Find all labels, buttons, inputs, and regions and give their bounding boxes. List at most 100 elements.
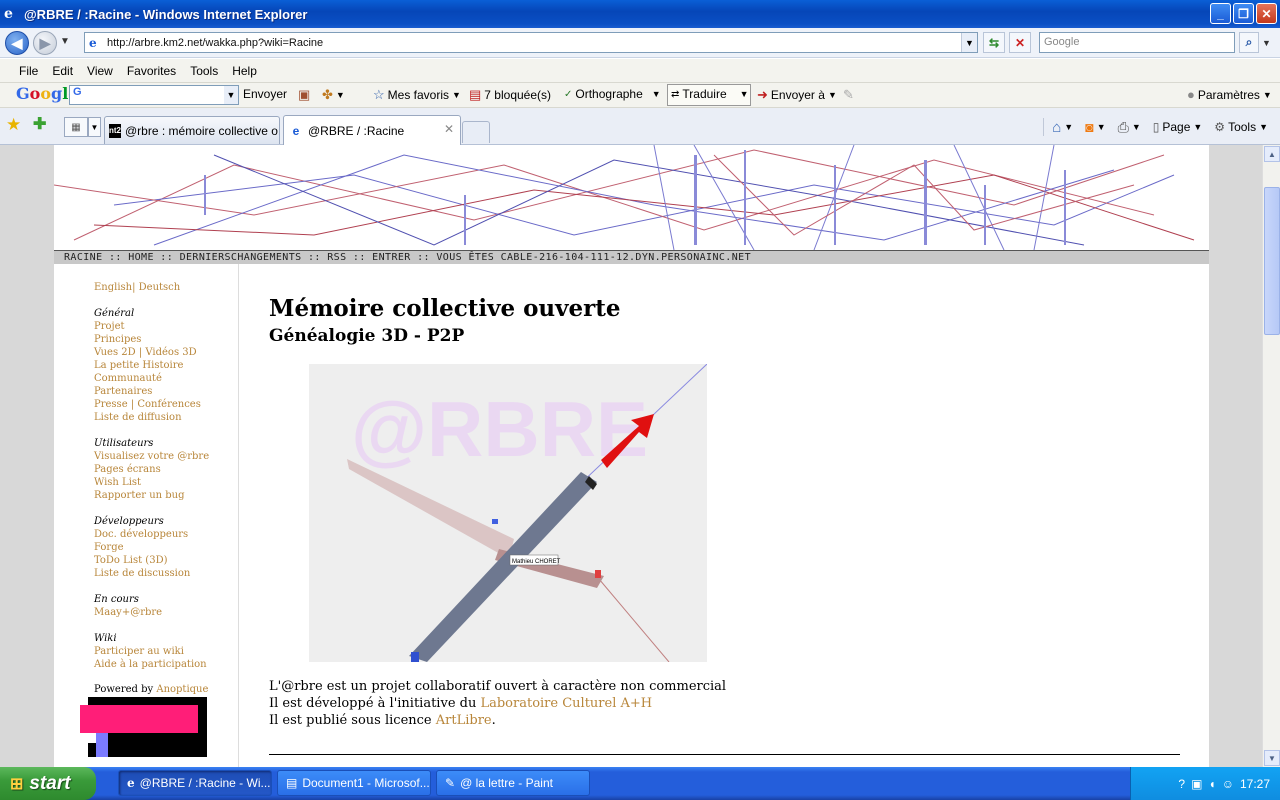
popup-blocked-button[interactable]: ▤ 7 bloquée(s) <box>469 87 551 103</box>
menu-view[interactable]: View <box>80 64 120 78</box>
google-select-value: G <box>73 86 82 98</box>
sidebar-item-pages-ecrans[interactable]: Pages écrans <box>94 463 209 476</box>
language-links[interactable]: English| Deutsch <box>94 282 180 293</box>
scroll-up-icon[interactable]: ▲ <box>1264 146 1280 162</box>
url-dropdown-icon[interactable]: ▼ <box>961 33 977 52</box>
page-menu-button[interactable]: ▯ Page ▼ <box>1149 120 1207 134</box>
menu-favorites[interactable]: Favorites <box>120 64 183 78</box>
menu-file[interactable]: File <box>12 64 45 78</box>
sidebar-item-vues[interactable]: Vues 2D | Vidéos 3D <box>94 346 201 359</box>
google-send-button[interactable]: Envoyer <box>243 87 287 101</box>
menu-tools[interactable]: Tools <box>183 64 225 78</box>
stop-button[interactable]: ✕ <box>1009 32 1031 53</box>
scroll-thumb[interactable] <box>1264 187 1280 335</box>
sidebar-item-todo[interactable]: ToDo List (3D) <box>94 554 190 567</box>
sidebar-item-histoire[interactable]: La petite Histoire <box>94 359 201 372</box>
sidebar-item-projet[interactable]: Projet <box>94 320 201 333</box>
volume-icon[interactable]: ◖ <box>1208 777 1215 791</box>
history-dropdown-icon[interactable]: ▼ <box>60 36 70 47</box>
scroll-down-icon[interactable]: ▼ <box>1264 750 1280 766</box>
ie-icon: e <box>127 776 135 790</box>
tab-list-button[interactable]: ▼ <box>88 117 101 137</box>
artlibre-link[interactable]: ArtLibre <box>436 713 492 728</box>
3d-tree-scene[interactable]: @RBRE Mathieu CHORET <box>309 364 707 662</box>
web-page: RACINE :: HOME :: DERNIERSCHANGEMENTS ::… <box>54 145 1209 767</box>
task-ie[interactable]: e @RBRE / :Racine - Wi... <box>118 770 272 796</box>
vertical-scrollbar[interactable]: ▲ ▼ <box>1262 145 1280 767</box>
favorites-button[interactable]: ☆ Mes favoris ▼ <box>373 87 461 103</box>
site-nav-line[interactable]: RACINE :: HOME :: DERNIERSCHANGEMENTS ::… <box>54 250 1209 264</box>
new-tab-button[interactable] <box>462 121 490 143</box>
menu-edit[interactable]: Edit <box>45 64 80 78</box>
network-icon[interactable]: ▣ <box>1191 777 1202 791</box>
sidebar-item-bug[interactable]: Rapporter un bug <box>94 489 209 502</box>
sidebar-item-participer[interactable]: Participer au wiki <box>94 645 207 658</box>
clock[interactable]: 17:27 <box>1240 777 1270 791</box>
forward-arrow-icon: ▶ <box>39 34 51 51</box>
settings-button[interactable]: ● Paramètres ▼ <box>1187 87 1272 102</box>
sidebar-item-aide[interactable]: Aide à la participation <box>94 658 207 671</box>
anoptique-link[interactable]: Anoptique <box>156 684 208 695</box>
popup-blocker-icon: ▤ <box>469 87 482 102</box>
menu-help[interactable]: Help <box>225 64 264 78</box>
sidebar-item-partenaires[interactable]: Partenaires <box>94 385 201 398</box>
tab-arbre-memoire[interactable]: nt2 @rbre : mémoire collective o... <box>104 116 280 144</box>
add-favorite-icon[interactable]: ✚ <box>33 114 46 134</box>
tab-racine[interactable]: e @RBRE / :Racine ✕ <box>283 115 461 145</box>
chevron-down-icon: ▼ <box>452 90 461 100</box>
logo-block <box>80 705 198 733</box>
print-button[interactable]: ⎙ ▼ <box>1114 119 1145 136</box>
address-bar: ◀ ▶ ▼ e http://arbre.km2.net/wakka.php?w… <box>0 28 1280 58</box>
close-button[interactable]: ✕ <box>1256 3 1277 24</box>
tab-label: @rbre : mémoire collective o... <box>125 123 280 138</box>
spellcheck-button[interactable]: ✓ Orthographe ▼ <box>564 87 661 101</box>
send-to-button[interactable]: ➜ Envoyer à ▼ <box>757 87 837 103</box>
pen-button[interactable]: ✎ <box>843 87 854 103</box>
page-label: Page <box>1162 120 1191 134</box>
sidebar-item-principes[interactable]: Principes <box>94 333 201 346</box>
sidebar-item-wish-list[interactable]: Wish List <box>94 476 209 489</box>
close-tab-icon[interactable]: ✕ <box>444 122 454 136</box>
back-button[interactable]: ◀ <box>5 31 29 55</box>
quick-tabs-button[interactable]: ▦ <box>64 117 88 137</box>
task-paint[interactable]: ✎ @ la lettre - Paint <box>436 770 590 796</box>
search-options-icon[interactable]: ▼ <box>1262 38 1271 48</box>
laboratoire-link[interactable]: Laboratoire Culturel A+H <box>480 696 652 711</box>
maximize-button[interactable]: ❐ <box>1233 3 1254 24</box>
favorites-center-icon[interactable]: ★ <box>6 115 21 135</box>
url-field[interactable]: e http://arbre.km2.net/wakka.php?wiki=Ra… <box>84 32 978 53</box>
messenger-icon[interactable]: ☺ <box>1222 777 1234 791</box>
forward-button[interactable]: ▶ <box>33 31 57 55</box>
sidebar-item-presse[interactable]: Presse | Conférences <box>94 398 201 411</box>
sidebar-item-doc[interactable]: Doc. développeurs <box>94 528 190 541</box>
sidebar-group-en-cours: En cours Maay+@rbre <box>94 593 162 619</box>
rss-icon: ◙ <box>1085 119 1094 135</box>
taskbar: ⊞ start e @RBRE / :Racine - Wi... ▤ Docu… <box>0 767 1280 800</box>
spell-label: Orthographe <box>575 87 643 101</box>
quick-tabs-icon: ▦ <box>71 121 81 133</box>
task-word[interactable]: ▤ Document1 - Microsof... <box>277 770 431 796</box>
feeds-button[interactable]: ◙ ▼ <box>1081 119 1109 135</box>
chevron-down-icon: ▼ <box>1193 122 1203 132</box>
sidebar-item-visualisez[interactable]: Visualisez votre @rbre <box>94 450 209 463</box>
search-button[interactable]: ⌕ <box>1239 32 1259 53</box>
google-puzzle-button[interactable]: ✤ ▼ <box>322 87 345 103</box>
tools-menu-button[interactable]: ⚙ Tools ▼ <box>1210 120 1272 134</box>
sidebar-item-communaute[interactable]: Communauté <box>94 372 201 385</box>
sidebar-item-discussion[interactable]: Liste de discussion <box>94 567 190 580</box>
search-input[interactable]: Google <box>1039 32 1235 53</box>
translate-icon: ⇄ <box>671 88 680 100</box>
help-icon[interactable]: ? <box>1178 777 1185 791</box>
url-text: http://arbre.km2.net/wakka.php?wiki=Raci… <box>107 36 324 49</box>
home-button[interactable]: ⌂ ▼ <box>1048 119 1077 136</box>
chevron-down-icon: ▼ <box>90 122 99 132</box>
sidebar-item-forge[interactable]: Forge <box>94 541 190 554</box>
refresh-button[interactable]: ⇆ <box>983 32 1005 53</box>
start-button[interactable]: ⊞ start <box>0 767 96 800</box>
sidebar-item-diffusion[interactable]: Liste de diffusion <box>94 411 201 424</box>
sidebar-item-maay[interactable]: Maay+@rbre <box>94 606 162 619</box>
google-icons-group[interactable]: ▣ <box>298 87 310 103</box>
minimize-button[interactable]: _ <box>1210 3 1231 24</box>
google-search-select[interactable]: G ▼ <box>69 85 239 105</box>
anoptique-logo[interactable] <box>80 697 207 757</box>
